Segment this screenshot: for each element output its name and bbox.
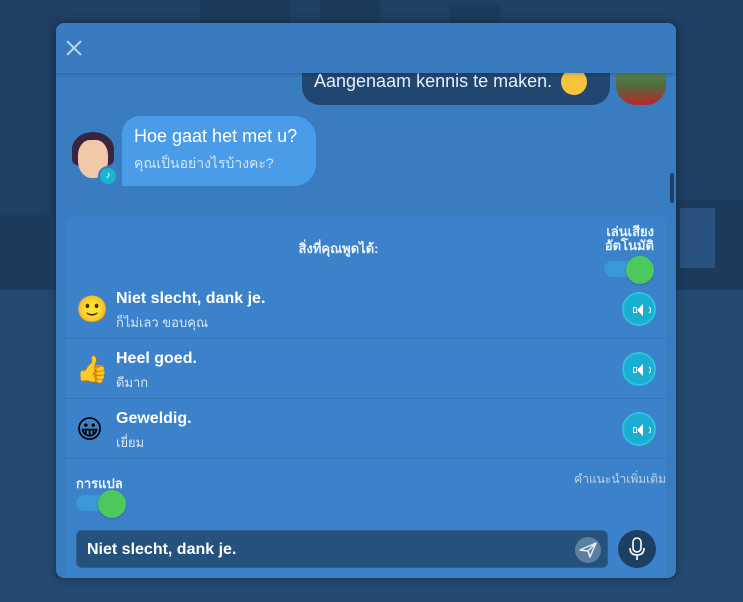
bot-message-bubble: Hoe gaat het met u? คุณเป็นอย่างไรบ้างคะ… (122, 116, 316, 186)
bot-message-text: Hoe gaat het met u? (134, 126, 298, 146)
response-options-panel: สิ่งที่คุณพูดได้: เล่นเสียง อัตโนมัติ 🙂 … (66, 216, 666, 578)
option-translation: ดีมาก (116, 375, 149, 390)
send-button[interactable] (575, 537, 601, 563)
chat-panel: Aangenaam kennis te maken. ♪ Hoe gaat he… (56, 23, 676, 578)
option-item[interactable]: 😀 Geweldig. เยี่ยม (66, 400, 666, 459)
translate-toggle[interactable] (76, 490, 126, 518)
thumbs-up-icon: 👍 (76, 354, 109, 384)
speaker-icon (633, 364, 651, 376)
option-text: Heel goed. (116, 350, 197, 367)
option-text: Geweldig. (116, 410, 192, 427)
close-icon[interactable] (62, 36, 86, 60)
top-bar (56, 23, 676, 73)
play-audio-button[interactable] (622, 292, 656, 326)
more-tips-link[interactable]: คำแนะนำเพิ่มเติม (526, 470, 666, 489)
grinning-face-icon: 😀 (76, 414, 104, 444)
autoplay-label: เล่นเสียง อัตโนมัติ (604, 224, 654, 253)
bot-speaker-icon[interactable]: ♪ (98, 166, 118, 186)
chat-scrollbar[interactable] (670, 173, 674, 203)
option-item[interactable]: 👍 Heel goed. ดีมาก (66, 340, 666, 399)
option-translation: ก็ไม่เลว ขอบคุณ (116, 315, 209, 330)
microphone-icon (629, 537, 645, 560)
user-message-text: Aangenaam kennis te maken. (314, 70, 553, 91)
bot-message-translation: คุณเป็นอย่างไรบ้างคะ? (134, 155, 274, 171)
microphone-button[interactable] (618, 530, 656, 568)
option-text: Niet slecht, dank je. (116, 290, 266, 307)
message-input-text: Niet slecht, dank je. (87, 541, 237, 558)
speaker-icon (633, 304, 651, 316)
option-item[interactable]: 🙂 Niet slecht, dank je. ก็ไม่เลว ขอบคุณ (66, 280, 666, 339)
bot-avatar: ♪ (70, 128, 120, 188)
slightly-smiling-face-icon: 🙂 (76, 294, 109, 324)
option-translation: เยี่ยม (116, 435, 145, 450)
speaker-icon (633, 424, 651, 436)
message-input[interactable]: Niet slecht, dank je. (76, 530, 608, 568)
autoplay-toggle[interactable] (604, 256, 654, 284)
send-icon (579, 542, 597, 558)
options-title: สิ่งที่คุณพูดได้: (298, 241, 379, 256)
play-audio-button[interactable] (622, 412, 656, 446)
play-audio-button[interactable] (622, 352, 656, 386)
